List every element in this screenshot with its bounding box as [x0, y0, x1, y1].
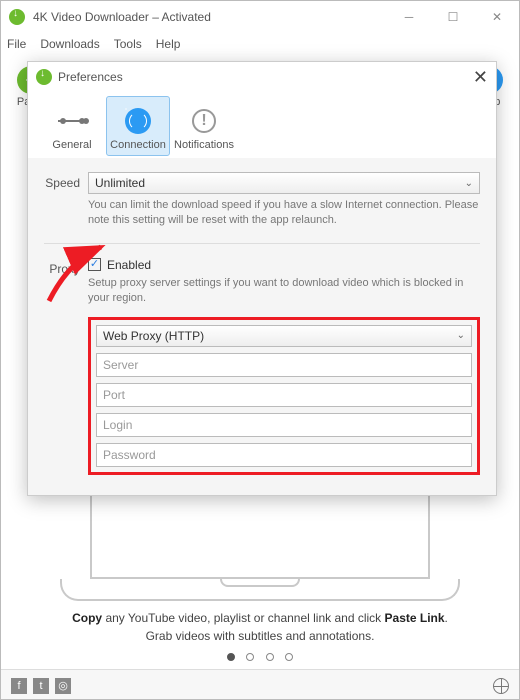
- statusbar: f t ◎: [1, 669, 519, 700]
- twitter-icon[interactable]: t: [33, 678, 49, 694]
- chevron-down-icon: ⌄: [457, 330, 465, 341]
- instructions: Copy any YouTube video, playlist or chan…: [1, 609, 519, 645]
- proxy-type-select[interactable]: Web Proxy (HTTP) ⌄: [96, 325, 472, 347]
- dot-4[interactable]: [285, 653, 293, 661]
- dot-1[interactable]: [227, 653, 235, 661]
- menubar: File Downloads Tools Help: [1, 33, 519, 55]
- dialog-title: Preferences: [58, 70, 123, 84]
- speed-select[interactable]: Unlimited ⌄: [88, 172, 480, 194]
- menu-file[interactable]: File: [7, 37, 26, 51]
- dialog-app-icon: [36, 69, 52, 85]
- app-icon: [9, 9, 25, 25]
- notifications-icon: !: [190, 107, 218, 135]
- speed-label: Speed: [44, 172, 88, 229]
- pager-dots[interactable]: [1, 650, 519, 664]
- instagram-icon[interactable]: ◎: [55, 678, 71, 694]
- proxy-hint: Setup proxy server settings if you want …: [88, 276, 480, 307]
- minimize-button[interactable]: ─: [387, 1, 431, 33]
- menu-downloads[interactable]: Downloads: [40, 37, 99, 51]
- facebook-icon[interactable]: f: [11, 678, 27, 694]
- menu-help[interactable]: Help: [156, 37, 181, 51]
- menu-tools[interactable]: Tools: [114, 37, 142, 51]
- proxy-port-input[interactable]: [96, 383, 472, 407]
- speed-hint: You can limit the download speed if you …: [88, 198, 480, 229]
- close-button[interactable]: ✕: [475, 1, 519, 33]
- proxy-password-input[interactable]: [96, 443, 472, 467]
- maximize-button[interactable]: ☐: [431, 1, 475, 33]
- proxy-enabled-checkbox[interactable]: ✓ Enabled: [88, 258, 480, 272]
- proxy-settings-box: Web Proxy (HTTP) ⌄: [88, 317, 480, 475]
- tab-notifications[interactable]: ! Notifications: [172, 96, 236, 156]
- dot-2[interactable]: [246, 653, 254, 661]
- dot-3[interactable]: [266, 653, 274, 661]
- dialog-close-button[interactable]: ✕: [473, 67, 488, 88]
- titlebar: 4K Video Downloader – Activated ─ ☐ ✕: [1, 1, 519, 33]
- sliders-icon: [58, 107, 86, 135]
- tab-general[interactable]: General: [40, 96, 104, 156]
- chevron-down-icon: ⌄: [465, 178, 473, 189]
- window-title: 4K Video Downloader – Activated: [33, 10, 211, 24]
- proxy-login-input[interactable]: [96, 413, 472, 437]
- tab-connection[interactable]: Connection: [106, 96, 170, 156]
- annotation-arrow: [39, 241, 119, 311]
- globe-icon[interactable]: [493, 678, 509, 694]
- connection-icon: [124, 107, 152, 135]
- proxy-server-input[interactable]: [96, 353, 472, 377]
